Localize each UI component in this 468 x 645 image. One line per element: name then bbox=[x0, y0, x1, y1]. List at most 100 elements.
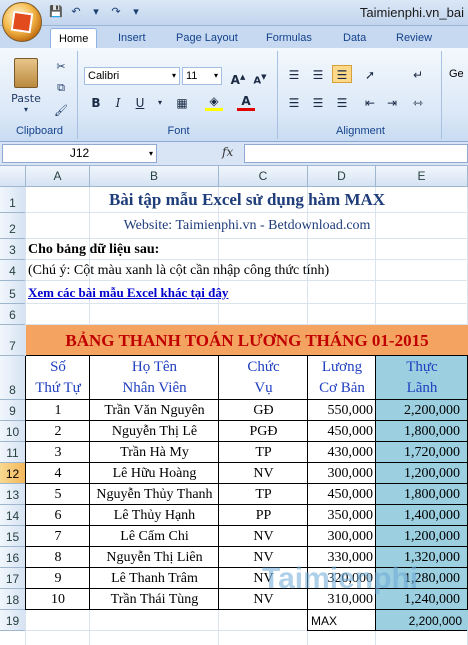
cell-stt[interactable]: 6 bbox=[26, 505, 90, 526]
table-title-band[interactable]: BẢNG THANH TOÁN LƯƠNG THÁNG 01-2015 bbox=[26, 325, 468, 356]
customize-qat-icon[interactable]: ▾ bbox=[128, 4, 144, 20]
cell-net[interactable]: 2,200,000 bbox=[376, 400, 468, 421]
cell-stt[interactable]: 10 bbox=[26, 589, 90, 610]
cell-base[interactable]: 450,000 bbox=[308, 421, 376, 442]
row-header-1[interactable]: 1 bbox=[0, 187, 26, 213]
align-right-icon[interactable]: ☰ bbox=[332, 93, 352, 111]
header-name[interactable]: Họ Tên Nhân Viên bbox=[90, 356, 219, 400]
cell-role[interactable]: TP bbox=[219, 442, 308, 463]
cell-net[interactable]: 1,200,000 bbox=[376, 463, 468, 484]
font-name-select[interactable]: Calibri ▾ bbox=[84, 67, 180, 85]
cell-name[interactable]: Trần Hà My bbox=[90, 442, 219, 463]
row-header-4[interactable]: 4 bbox=[0, 260, 26, 281]
italic-button[interactable]: I bbox=[108, 93, 128, 111]
cell-base[interactable]: 300,000 bbox=[308, 526, 376, 547]
tab-page-layout[interactable]: Page Layout bbox=[176, 28, 238, 48]
office-button[interactable] bbox=[2, 2, 42, 42]
underline-button[interactable]: U bbox=[130, 93, 150, 111]
tab-formulas[interactable]: Formulas bbox=[266, 28, 312, 48]
cell-base[interactable]: 310,000 bbox=[308, 589, 376, 610]
cell-net[interactable]: 1,800,000 bbox=[376, 421, 468, 442]
orientation-icon[interactable]: ➚ bbox=[360, 65, 380, 83]
cell-net[interactable]: 1,240,000 bbox=[376, 589, 468, 610]
wrap-text-icon[interactable]: ↵ bbox=[408, 65, 428, 83]
examples-link[interactable]: Xem các bài mẫu Excel khác tại đây bbox=[28, 281, 468, 304]
cell-name[interactable]: Nguyễn Thị Lê bbox=[90, 421, 219, 442]
tab-insert[interactable]: Insert bbox=[118, 28, 146, 48]
cell-stt[interactable]: 7 bbox=[26, 526, 90, 547]
cell-base[interactable]: 450,000 bbox=[308, 484, 376, 505]
row-header-15[interactable]: 15 bbox=[0, 526, 26, 547]
cell-role[interactable]: NV bbox=[219, 547, 308, 568]
grow-font-icon[interactable]: A▲ bbox=[228, 67, 248, 87]
cell-stt[interactable]: 1 bbox=[26, 400, 90, 421]
tab-data[interactable]: Data bbox=[343, 28, 366, 48]
dropdown-icon[interactable]: ▾ bbox=[88, 4, 104, 20]
cut-icon[interactable]: ✂ bbox=[52, 57, 70, 75]
worksheet-grid[interactable]: A B C D E 1 2 3 4 5 6 7 8 9 10 11 12 13 14 15 16 17 18 19 … bbox=[0, 166, 468, 645]
cell-name[interactable]: Lê Cẩm Chi bbox=[90, 526, 219, 547]
cell-stt[interactable]: 4 bbox=[26, 463, 90, 484]
given-line[interactable]: Cho bảng dữ liệu sau: bbox=[28, 239, 468, 260]
cell-net[interactable]: 1,320,000 bbox=[376, 547, 468, 568]
header-base[interactable]: Lương Cơ Bản bbox=[308, 356, 376, 400]
cell-base[interactable]: 430,000 bbox=[308, 442, 376, 463]
font-color-icon[interactable]: A bbox=[236, 93, 256, 111]
website-line[interactable]: Website: Taimienphi.vn - Betdownload.com bbox=[26, 213, 468, 239]
tab-home[interactable]: Home bbox=[50, 28, 98, 48]
fx-icon[interactable]: fx bbox=[222, 145, 233, 159]
max-value[interactable]: 2,200,000 bbox=[376, 610, 468, 631]
cell-name[interactable]: Lê Hữu Hoàng bbox=[90, 463, 219, 484]
name-box[interactable]: J12 ▾ bbox=[2, 144, 157, 163]
undo-icon[interactable]: ↶ bbox=[68, 4, 84, 20]
cell-base[interactable]: 330,000 bbox=[308, 547, 376, 568]
borders-icon[interactable]: ▦ bbox=[172, 93, 192, 111]
font-size-select[interactable]: 11 ▾ bbox=[182, 67, 222, 85]
column-header-c[interactable]: C bbox=[219, 166, 308, 187]
number-format-partial[interactable]: Ge bbox=[446, 66, 468, 84]
align-bottom-icon[interactable]: ☰ bbox=[332, 65, 352, 83]
cell-name[interactable]: Nguyễn Thủy Thanh bbox=[90, 484, 219, 505]
cell-stt[interactable]: 5 bbox=[26, 484, 90, 505]
increase-indent-icon[interactable]: ⇥ bbox=[382, 93, 402, 111]
cell-role[interactable]: TP bbox=[219, 484, 308, 505]
row-header-6[interactable]: 6 bbox=[0, 304, 26, 325]
column-header-d[interactable]: D bbox=[308, 166, 376, 187]
cell-base[interactable]: 350,000 bbox=[308, 505, 376, 526]
cell-net[interactable]: 1,800,000 bbox=[376, 484, 468, 505]
cell-base[interactable]: 300,000 bbox=[308, 463, 376, 484]
row-header-19[interactable]: 19 bbox=[0, 610, 26, 631]
row-header-5[interactable]: 5 bbox=[0, 281, 26, 304]
row-header-3[interactable]: 3 bbox=[0, 239, 26, 260]
cell-stt[interactable]: 3 bbox=[26, 442, 90, 463]
cell-base[interactable]: 320,000 bbox=[308, 568, 376, 589]
cell-role[interactable]: NV bbox=[219, 589, 308, 610]
copy-icon[interactable]: ⧉ bbox=[52, 79, 70, 97]
row-header-13[interactable]: 13 bbox=[0, 484, 26, 505]
cell-role[interactable]: NV bbox=[219, 463, 308, 484]
paste-button[interactable]: Paste ▾ bbox=[6, 57, 46, 115]
row-header-12[interactable]: 12 bbox=[0, 463, 26, 484]
row-header-8[interactable]: 8 bbox=[0, 356, 26, 400]
column-header-e[interactable]: E bbox=[376, 166, 468, 187]
row-header-11[interactable]: 11 bbox=[0, 442, 26, 463]
save-icon[interactable]: 💾 bbox=[48, 4, 64, 20]
cell-net[interactable]: 1,200,000 bbox=[376, 526, 468, 547]
header-stt[interactable]: Số Thứ Tự bbox=[26, 356, 90, 400]
cell-stt[interactable]: 2 bbox=[26, 421, 90, 442]
sheet-title[interactable]: Bài tập mẫu Excel sử dụng hàm MAX bbox=[26, 187, 468, 213]
cell-stt[interactable]: 8 bbox=[26, 547, 90, 568]
cell-name[interactable]: Trần Thái Tùng bbox=[90, 589, 219, 610]
formula-input[interactable] bbox=[244, 144, 468, 163]
row-header-9[interactable]: 9 bbox=[0, 400, 26, 421]
shrink-font-icon[interactable]: A▼ bbox=[250, 67, 270, 86]
fill-color-icon[interactable]: ◈ bbox=[204, 93, 224, 111]
bold-button[interactable]: B bbox=[86, 93, 106, 111]
column-header-a[interactable]: A bbox=[26, 166, 90, 187]
row-header-2[interactable]: 2 bbox=[0, 213, 26, 239]
align-top-icon[interactable]: ☰ bbox=[284, 65, 304, 83]
tab-review[interactable]: Review bbox=[396, 28, 432, 48]
cell-net[interactable]: 1,280,000 bbox=[376, 568, 468, 589]
redo-icon[interactable]: ↷ bbox=[108, 4, 124, 20]
cell-name[interactable]: Trần Văn Nguyên bbox=[90, 400, 219, 421]
